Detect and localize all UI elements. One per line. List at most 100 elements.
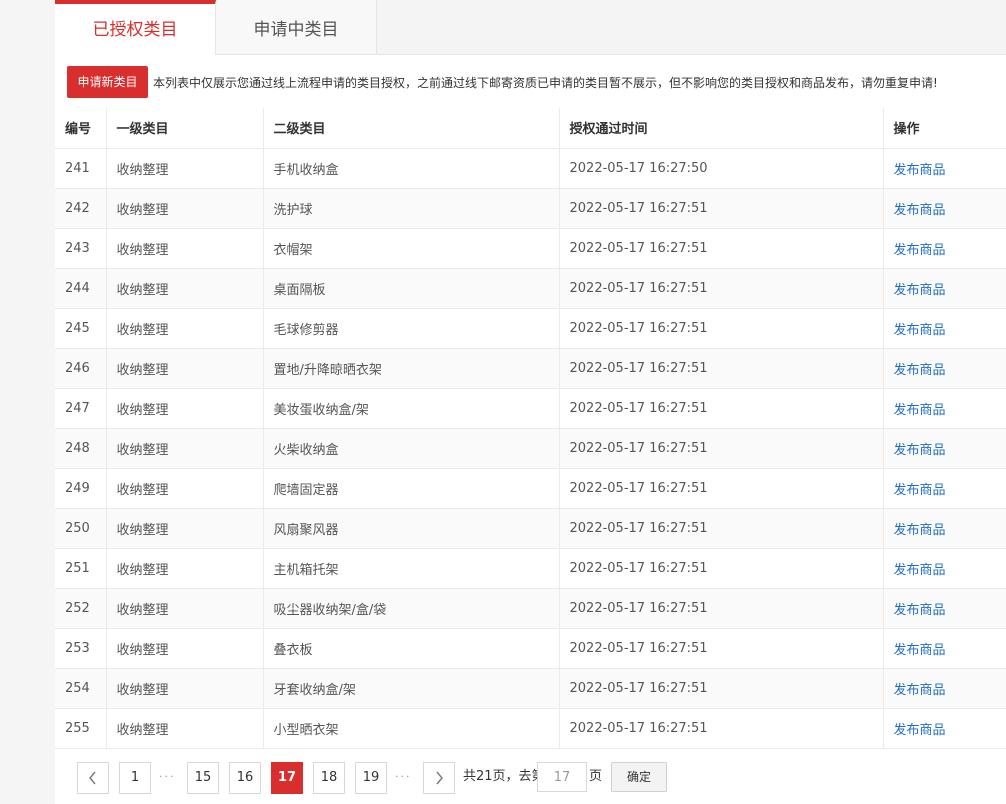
row-id: 251 [55, 548, 107, 589]
row-action-cell: 发布商品 [883, 348, 1006, 389]
row-action-cell: 发布商品 [883, 388, 1006, 429]
publish-product-link[interactable]: 发布商品 [894, 523, 946, 538]
row-auth-time: 2022-05-17 16:27:51 [559, 628, 884, 669]
row-category-2: 爬墙固定器 [263, 468, 560, 509]
page-button[interactable]: 18 [313, 762, 345, 794]
row-category-1: 收纳整理 [106, 268, 264, 309]
row-id: 245 [55, 308, 107, 349]
row-auth-time: 2022-05-17 16:27:51 [559, 388, 884, 429]
publish-product-link[interactable]: 发布商品 [894, 683, 946, 698]
row-action-cell: 发布商品 [883, 308, 1006, 349]
chevron-left-icon [88, 770, 98, 785]
next-page-button[interactable] [423, 762, 455, 794]
row-category-2: 置地/升降晾晒衣架 [263, 348, 560, 389]
apply-new-category-button[interactable]: 申请新类目 [67, 66, 148, 98]
table-row: 244 收纳整理 桌面隔板 2022-05-17 16:27:51 发布商品 [55, 268, 1006, 309]
notice-text: 本列表中仅展示您通过线上流程申请的类目授权，之前通过线下邮寄资质已申请的类目暂不… [153, 76, 938, 90]
page-button[interactable]: 1 [119, 762, 151, 794]
publish-product-link[interactable]: 发布商品 [894, 643, 946, 658]
publish-product-link[interactable]: 发布商品 [894, 203, 946, 218]
row-auth-time: 2022-05-17 16:27:51 [559, 308, 884, 349]
publish-product-link[interactable]: 发布商品 [894, 363, 946, 378]
row-auth-time: 2022-05-17 16:27:51 [559, 508, 884, 549]
row-action-cell: 发布商品 [883, 228, 1006, 269]
table-row: 241 收纳整理 手机收纳盒 2022-05-17 16:27:50 发布商品 [55, 148, 1006, 189]
total-pages-text: 共21页，去第 [463, 769, 545, 784]
publish-product-link[interactable]: 发布商品 [894, 563, 946, 578]
row-category-1: 收纳整理 [106, 588, 264, 629]
current-page-button[interactable]: 17 [271, 762, 303, 794]
row-category-1: 收纳整理 [106, 548, 264, 589]
pagination-ellipsis: ··· [159, 770, 176, 783]
row-action-cell: 发布商品 [883, 468, 1006, 509]
table-row: 255 收纳整理 小型晒衣架 2022-05-17 16:27:51 发布商品 [55, 708, 1006, 749]
row-category-2: 洗护球 [263, 188, 560, 229]
page-suffix-text: 页 [589, 769, 603, 784]
row-category-2: 美妆蛋收纳盒/架 [263, 388, 560, 429]
row-id: 252 [55, 588, 107, 629]
row-category-1: 收纳整理 [106, 508, 264, 549]
publish-product-link[interactable]: 发布商品 [894, 163, 946, 178]
category-panel: 已授权类目 申请中类目 申请新类目 本列表中仅展示您通过线上流程申请的类目授权，… [55, 0, 1006, 804]
row-action-cell: 发布商品 [883, 588, 1006, 629]
publish-product-link[interactable]: 发布商品 [894, 283, 946, 298]
goto-page-input[interactable] [537, 762, 587, 792]
row-category-1: 收纳整理 [106, 708, 264, 749]
row-id: 242 [55, 188, 107, 229]
row-category-1: 收纳整理 [106, 468, 264, 509]
row-auth-time: 2022-05-17 16:27:51 [559, 228, 884, 269]
row-action-cell: 发布商品 [883, 428, 1006, 469]
row-id: 244 [55, 268, 107, 309]
table-row: 247 收纳整理 美妆蛋收纳盒/架 2022-05-17 16:27:51 发布商品 [55, 388, 1006, 429]
row-id: 249 [55, 468, 107, 509]
tab-bar: 已授权类目 申请中类目 [55, 0, 1006, 55]
chevron-right-icon [434, 770, 444, 785]
row-id: 246 [55, 348, 107, 389]
table-row: 243 收纳整理 衣帽架 2022-05-17 16:27:51 发布商品 [55, 228, 1006, 269]
row-id: 243 [55, 228, 107, 269]
row-category-2: 吸尘器收纳架/盒/袋 [263, 588, 560, 629]
row-category-2: 毛球修剪器 [263, 308, 560, 349]
header-category-2: 二级类目 [263, 108, 560, 149]
publish-product-link[interactable]: 发布商品 [894, 243, 946, 258]
page-button[interactable]: 15 [187, 762, 219, 794]
table-row: 254 收纳整理 牙套收纳盒/架 2022-05-17 16:27:51 发布商品 [55, 668, 1006, 709]
row-category-1: 收纳整理 [106, 228, 264, 269]
row-id: 254 [55, 668, 107, 709]
row-category-1: 收纳整理 [106, 348, 264, 389]
row-category-1: 收纳整理 [106, 628, 264, 669]
row-category-2: 牙套收纳盒/架 [263, 668, 560, 709]
publish-product-link[interactable]: 发布商品 [894, 443, 946, 458]
row-category-2: 衣帽架 [263, 228, 560, 269]
tab-authorized[interactable]: 已授权类目 [55, 0, 216, 55]
row-auth-time: 2022-05-17 16:27:51 [559, 188, 884, 229]
publish-product-link[interactable]: 发布商品 [894, 723, 946, 738]
prev-page-button[interactable] [77, 762, 109, 794]
row-id: 255 [55, 708, 107, 749]
table-row: 246 收纳整理 置地/升降晾晒衣架 2022-05-17 16:27:51 发布商品 [55, 348, 1006, 389]
tab-pending[interactable]: 申请中类目 [216, 0, 377, 54]
table-row: 249 收纳整理 爬墙固定器 2022-05-17 16:27:51 发布商品 [55, 468, 1006, 509]
row-category-2: 主机箱托架 [263, 548, 560, 589]
page-button[interactable]: 16 [229, 762, 261, 794]
publish-product-link[interactable]: 发布商品 [894, 403, 946, 418]
row-id: 248 [55, 428, 107, 469]
page-button[interactable]: 19 [355, 762, 387, 794]
row-auth-time: 2022-05-17 16:27:51 [559, 548, 884, 589]
row-id: 247 [55, 388, 107, 429]
row-action-cell: 发布商品 [883, 548, 1006, 589]
table-row: 253 收纳整理 叠衣板 2022-05-17 16:27:51 发布商品 [55, 628, 1006, 669]
row-auth-time: 2022-05-17 16:27:51 [559, 708, 884, 749]
table-row: 245 收纳整理 毛球修剪器 2022-05-17 16:27:51 发布商品 [55, 308, 1006, 349]
row-category-1: 收纳整理 [106, 428, 264, 469]
goto-confirm-button[interactable]: 确定 [611, 762, 667, 792]
table-row: 250 收纳整理 风扇聚风器 2022-05-17 16:27:51 发布商品 [55, 508, 1006, 549]
row-auth-time: 2022-05-17 16:27:51 [559, 428, 884, 469]
publish-product-link[interactable]: 发布商品 [894, 323, 946, 338]
row-category-2: 火柴收纳盒 [263, 428, 560, 469]
publish-product-link[interactable]: 发布商品 [894, 603, 946, 618]
row-auth-time: 2022-05-17 16:27:51 [559, 268, 884, 309]
row-category-2: 风扇聚风器 [263, 508, 560, 549]
publish-product-link[interactable]: 发布商品 [894, 483, 946, 498]
row-category-2: 小型晒衣架 [263, 708, 560, 749]
